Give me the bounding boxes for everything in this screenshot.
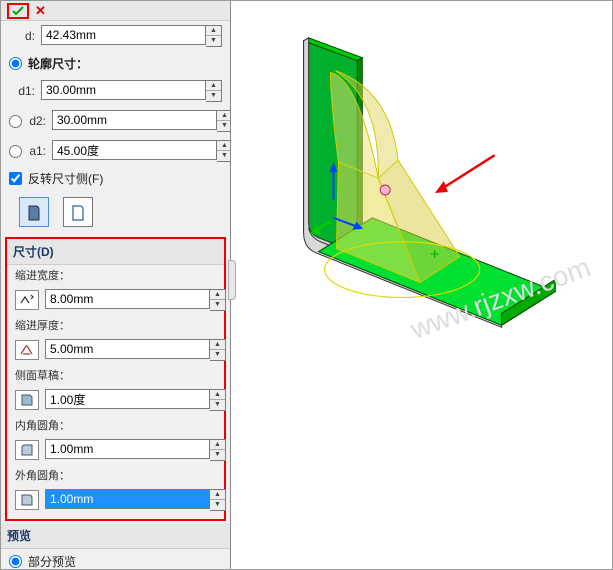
d1-input[interactable]	[41, 80, 206, 100]
d1-label: d1:	[9, 84, 35, 98]
indent-width-input[interactable]	[45, 289, 210, 309]
indent-width-label: 缩进宽度：	[7, 265, 224, 285]
outer-fillet-input[interactable]	[45, 489, 210, 509]
property-panel: ✕ d: ▲▼ 轮廓尺寸： d1: ▲▼ d2: ▲▼ a1:	[1, 1, 231, 569]
draft-input[interactable]	[45, 389, 210, 409]
model-render: + www.rjzxw.com	[231, 1, 612, 568]
3d-viewport[interactable]: + www.rjzxw.com	[231, 1, 612, 569]
d2-input[interactable]	[52, 110, 217, 130]
indent-thick-label: 缩进厚度：	[7, 315, 224, 335]
d-input[interactable]	[41, 25, 206, 45]
profile-dim-radio[interactable]	[9, 57, 22, 70]
indent-thick-input[interactable]	[45, 339, 210, 359]
partial-preview-label: 部分预览	[28, 553, 76, 569]
svg-text:+: +	[430, 247, 439, 264]
inner-fillet-icon	[15, 440, 39, 460]
ok-button[interactable]	[11, 5, 25, 17]
panel-splitter[interactable]	[228, 260, 236, 300]
d-label: d:	[9, 29, 35, 43]
inner-fillet-label: 内角圆角：	[7, 415, 224, 435]
inner-fillet-input[interactable]	[45, 439, 210, 459]
d2-radio[interactable]	[9, 115, 22, 128]
draft-label: 侧面草稿：	[7, 365, 224, 385]
profile-type-a-button[interactable]	[19, 197, 49, 227]
ok-highlight-box	[7, 3, 29, 19]
draft-icon	[15, 390, 39, 410]
a1-radio[interactable]	[9, 145, 22, 158]
d-spinbox[interactable]: ▲▼	[41, 25, 222, 47]
reverse-label: 反转尺寸侧(F)	[28, 170, 103, 187]
indent-thick-spinbox[interactable]: ▲▼	[45, 339, 226, 361]
reverse-checkbox[interactable]	[9, 172, 22, 185]
a1-label: a1:	[28, 144, 46, 158]
d1-spinbox[interactable]: ▲▼	[41, 80, 222, 102]
cancel-button[interactable]: ✕	[35, 4, 46, 17]
a1-input[interactable]	[52, 140, 217, 160]
profile-dim-title: 轮廓尺寸：	[28, 55, 88, 72]
panel-scroll[interactable]: d: ▲▼ 轮廓尺寸： d1: ▲▼ d2: ▲▼ a1: ▲▼	[1, 21, 230, 569]
profile-type-b-button[interactable]	[63, 197, 93, 227]
profile-icon-row	[1, 191, 230, 235]
partial-preview-radio[interactable]	[9, 555, 22, 568]
indent-thick-icon	[15, 340, 39, 360]
preview-title: 预览	[1, 523, 230, 549]
d2-spinbox[interactable]: ▲▼	[52, 110, 230, 132]
inner-fillet-spinbox[interactable]: ▲▼	[45, 439, 226, 461]
indent-width-icon	[15, 290, 39, 310]
a1-spinbox[interactable]: ▲▼	[52, 140, 230, 162]
confirm-bar: ✕	[1, 1, 230, 21]
dimensions-title: 尺寸(D)	[7, 239, 224, 265]
d2-label: d2:	[28, 114, 46, 128]
outer-fillet-label: 外角圆角：	[7, 465, 224, 485]
spin-up-icon[interactable]: ▲	[206, 26, 221, 36]
outer-fillet-icon	[15, 490, 39, 510]
indent-width-spinbox[interactable]: ▲▼	[45, 289, 226, 311]
draft-spinbox[interactable]: ▲▼	[45, 389, 226, 411]
spin-down-icon[interactable]: ▼	[206, 36, 221, 46]
outer-fillet-spinbox[interactable]: ▲▼	[45, 489, 226, 511]
dimensions-highlight-box: 尺寸(D) 缩进宽度： ▲▼ 缩进厚度： ▲▼ 侧面草稿： ▲▼ 内角圆角：	[5, 237, 226, 521]
